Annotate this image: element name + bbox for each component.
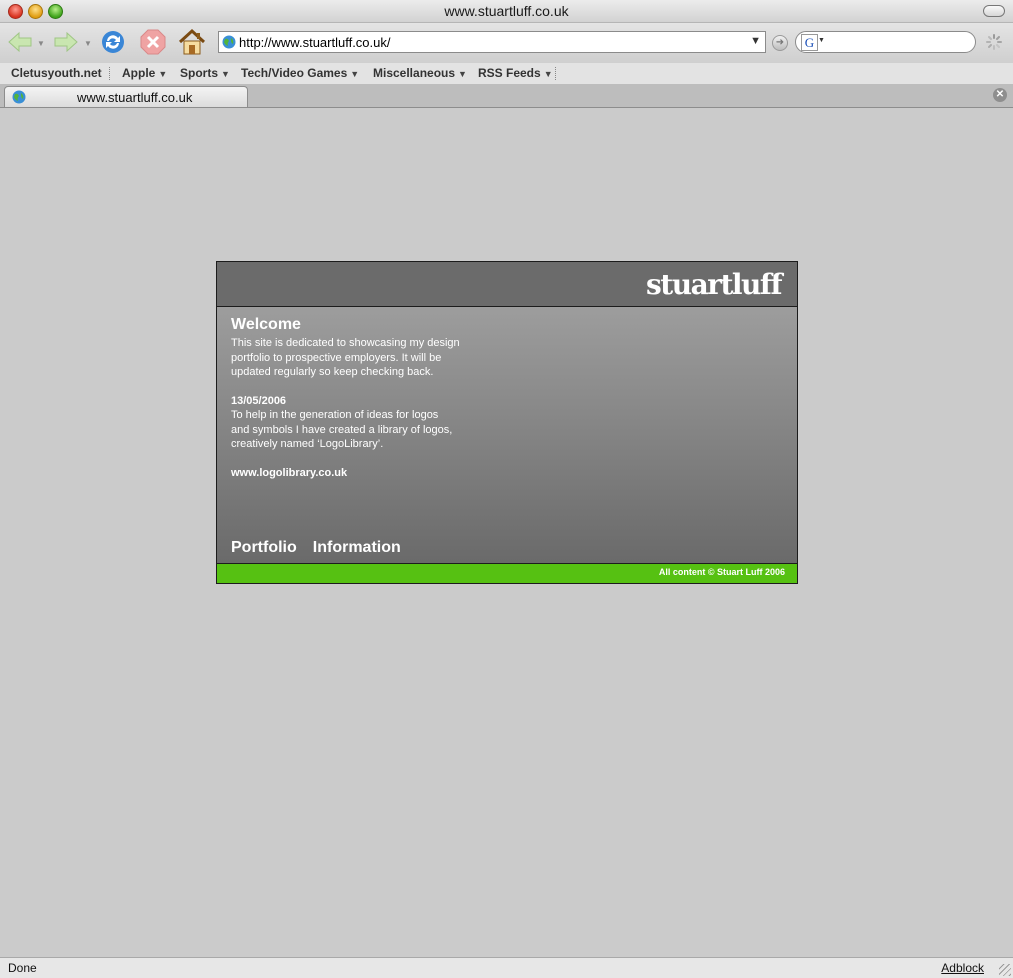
- navigation-toolbar: ▼ ▼ ▼ ➜ G ▼: [0, 23, 1013, 64]
- search-engine-caret-icon[interactable]: ▼: [818, 37, 825, 44]
- chevron-down-icon: ▼: [350, 69, 360, 79]
- home-button[interactable]: [177, 28, 207, 56]
- globe-icon: [222, 35, 236, 49]
- window-title: www.stuartluff.co.uk: [444, 3, 569, 19]
- tab-stuartluff[interactable]: www.stuartluff.co.uk: [4, 86, 248, 107]
- tab-title: www.stuartluff.co.uk: [77, 90, 193, 105]
- site-logo[interactable]: stuartluff: [646, 268, 782, 301]
- bookmark-cletusyouth[interactable]: Cletusyouth.net: [11, 66, 102, 80]
- toolbar-toggle-button[interactable]: [983, 5, 1005, 17]
- news-text: To help in the generation of ideas for l…: [231, 409, 453, 450]
- go-arrow-icon: ➜: [775, 37, 785, 48]
- bookmark-folder-miscellaneous[interactable]: Miscellaneous ▼: [373, 66, 467, 80]
- url-history-dropdown-icon[interactable]: ▼: [750, 35, 761, 47]
- nav-information-link[interactable]: Information: [313, 539, 401, 556]
- back-history-caret-icon[interactable]: ▼: [37, 39, 45, 48]
- bookmark-folder-tech-video-games[interactable]: Tech/Video Games ▼: [241, 66, 359, 80]
- site-container: stuartluff Welcome This site is dedicate…: [216, 261, 798, 584]
- google-icon[interactable]: G: [801, 34, 818, 51]
- go-button[interactable]: ➜: [772, 35, 788, 51]
- status-text: Done: [8, 961, 37, 975]
- chevron-down-icon: ▼: [543, 69, 553, 79]
- news-date: 13/05/2006: [231, 395, 287, 407]
- forward-button[interactable]: [51, 28, 81, 56]
- bookmarks-toolbar: Cletusyouth.net Apple ▼ Sports ▼ Tech/Vide…: [0, 63, 1013, 85]
- logolibrary-link[interactable]: www.logolibrary.co.uk: [231, 466, 471, 481]
- bookmark-separator: [109, 67, 110, 80]
- reload-button[interactable]: [98, 28, 128, 56]
- forward-history-caret-icon[interactable]: ▼: [84, 39, 92, 48]
- resize-grip-icon[interactable]: [999, 964, 1011, 976]
- chevron-down-icon: ▼: [458, 69, 467, 79]
- bookmark-folder-rss-feeds[interactable]: RSS Feeds ▼: [478, 66, 553, 80]
- bookmark-folder-apple[interactable]: Apple ▼: [122, 66, 167, 80]
- stop-icon: [140, 29, 166, 55]
- search-input[interactable]: [828, 34, 972, 52]
- copyright-text: All content © Stuart Luff 2006: [658, 567, 785, 577]
- chevron-down-icon: ▼: [158, 69, 168, 79]
- site-footer: All content © Stuart Luff 2006: [217, 563, 797, 583]
- reload-icon: [102, 31, 124, 53]
- search-box[interactable]: G ▼: [795, 31, 976, 53]
- site-body: Welcome This site is dedicated to showca…: [217, 307, 797, 563]
- back-button[interactable]: [5, 28, 35, 56]
- url-input[interactable]: [239, 33, 739, 51]
- intro-text: This site is dedicated to showcasing my …: [231, 337, 460, 378]
- bookmark-folder-sports[interactable]: Sports ▼: [180, 66, 230, 80]
- globe-icon: [12, 90, 26, 104]
- tab-close-icon[interactable]: ✕: [993, 88, 1007, 102]
- site-header: stuartluff: [217, 262, 797, 307]
- nav-portfolio-link[interactable]: Portfolio: [231, 539, 297, 556]
- site-nav: Portfolio Information: [231, 539, 417, 557]
- tab-strip: www.stuartluff.co.uk ✕: [0, 84, 1013, 108]
- adblock-button[interactable]: Adblock: [941, 961, 984, 975]
- throbber-icon: [986, 34, 1002, 50]
- address-bar[interactable]: ▼: [218, 31, 766, 53]
- window-titlebar: www.stuartluff.co.uk: [0, 0, 1013, 23]
- forward-arrow-icon: [54, 31, 78, 53]
- chevron-down-icon: ▼: [221, 69, 230, 79]
- back-arrow-icon: [8, 31, 32, 53]
- stop-button[interactable]: [138, 28, 168, 56]
- welcome-heading: Welcome: [231, 316, 301, 333]
- bookmark-separator: [555, 67, 556, 80]
- home-icon: [178, 28, 206, 55]
- status-bar: Done Adblock: [0, 957, 1013, 978]
